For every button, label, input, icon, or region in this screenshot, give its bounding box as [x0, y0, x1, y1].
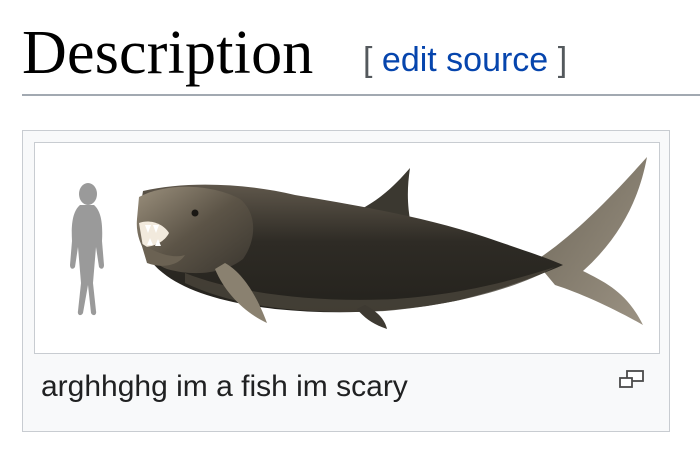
- page-section-title: Description: [22, 19, 314, 87]
- enlarge-icon[interactable]: [617, 368, 647, 390]
- tail-fin: [535, 157, 647, 325]
- fish-eye: [191, 209, 199, 217]
- edit-source-link[interactable]: edit source: [382, 41, 548, 79]
- edit-close-bracket: ]: [557, 41, 568, 79]
- thumbnail-figure: arghhghg im a fish im scary: [22, 130, 670, 432]
- human-silhouette: [70, 183, 104, 316]
- fish-illustration: [70, 157, 647, 329]
- figure-caption: arghhghg im a fish im scary: [41, 370, 408, 403]
- edit-open-bracket: [: [363, 41, 373, 79]
- heading-underline: [22, 94, 700, 96]
- magnify-clip-icon: [619, 370, 644, 388]
- edit-section-links: [ edit source ]: [363, 40, 567, 80]
- thumbnail-image[interactable]: [34, 142, 660, 354]
- section-heading: Description [ edit source ]: [22, 18, 700, 94]
